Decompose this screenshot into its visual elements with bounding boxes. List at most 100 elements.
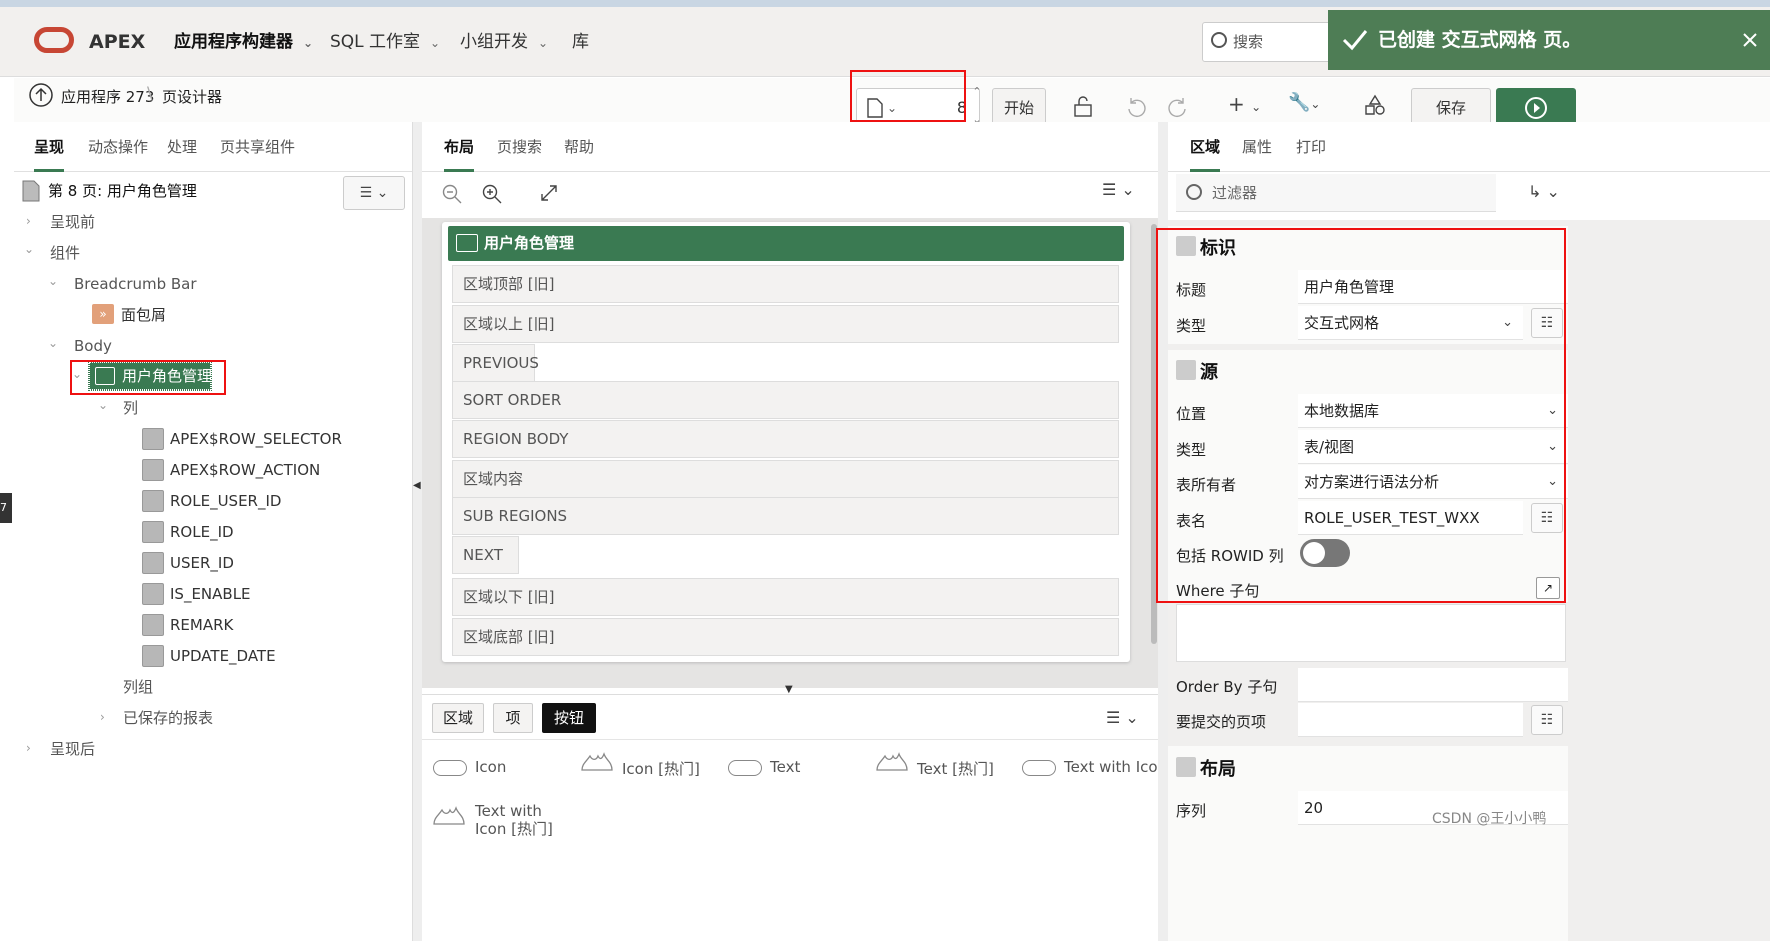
tab-dynamic-actions[interactable]: 动态操作 [88, 122, 148, 172]
search-input[interactable]: 搜索 [1202, 22, 1342, 62]
nav-sql-workshop[interactable]: SQL 工作室 ⌄ [330, 7, 440, 77]
position-sub-regions[interactable]: SUB REGIONS [452, 497, 1119, 535]
position-sort-order[interactable]: SORT ORDER [452, 381, 1119, 419]
tab-attributes[interactable]: 属性 [1242, 122, 1272, 172]
collapse-toggle-icon[interactable] [1176, 360, 1196, 380]
gallery-tab-items[interactable]: 项 [493, 703, 533, 733]
position-region-footer[interactable]: 区域底部 [旧] [452, 618, 1119, 656]
right-splitter[interactable] [1158, 122, 1168, 941]
center-left-arrow-icon[interactable]: ◀ [413, 480, 421, 491]
tab-shared-components[interactable]: 页共享组件 [220, 122, 295, 172]
where-clause-textarea[interactable] [1176, 604, 1566, 662]
collapse-toggle-icon[interactable] [1176, 757, 1196, 777]
column-item[interactable]: IS_ENABLE [170, 581, 251, 607]
tab-page-search[interactable]: 页搜索 [497, 122, 542, 172]
column-item[interactable]: ROLE_USER_ID [170, 488, 281, 514]
prop-source-type-select[interactable]: 表/视图 ⌄ [1298, 430, 1568, 464]
zoom-out-icon[interactable] [442, 184, 462, 204]
apex-logo-icon[interactable] [34, 27, 74, 53]
collapse-toggle-icon[interactable] [1176, 236, 1196, 256]
chevron-right-icon[interactable]: › [100, 710, 105, 724]
tree-body[interactable]: Body [74, 333, 112, 359]
tab-region[interactable]: 区域 [1190, 122, 1221, 172]
wrench-menu-icon[interactable]: 🔧⌄ [1288, 92, 1320, 113]
chevron-down-icon[interactable]: ⌄ [24, 242, 34, 256]
tree-menu-button[interactable]: ☰ ⌄ [343, 176, 405, 210]
code-editor-icon[interactable]: ↗ [1536, 577, 1560, 599]
position-region-body[interactable]: REGION BODY [452, 420, 1119, 458]
gallery-item-text[interactable]: Text [770, 758, 800, 776]
nav-team-development[interactable]: 小组开发 ⌄ [460, 7, 548, 77]
up-arrow-icon[interactable] [28, 82, 54, 108]
redo-icon[interactable] [1166, 96, 1188, 118]
position-after-region[interactable]: 区域以下 [旧] [452, 578, 1119, 616]
nav-app-builder[interactable]: 应用程序构建器 ⌄ [174, 7, 313, 77]
canvas-scrollbar[interactable] [1151, 224, 1157, 644]
column-item[interactable]: APEX$ROW_SELECTOR [170, 426, 342, 452]
nav-gallery[interactable]: 库 [572, 7, 589, 77]
gallery-tab-buttons[interactable]: 按钮 [542, 703, 596, 733]
tree-column-groups[interactable]: 列组 [123, 674, 153, 700]
tree-breadcrumb-item[interactable]: 面包屑 [121, 302, 166, 328]
position-before-region[interactable]: 区域以上 [旧] [452, 305, 1119, 343]
undo-icon[interactable] [1126, 96, 1148, 118]
position-next[interactable]: NEXT [452, 536, 519, 574]
tree-before-rendering[interactable]: 呈现前 [50, 209, 95, 235]
prop-title-input[interactable]: 用户角色管理 [1298, 270, 1568, 304]
position-region-header[interactable]: 区域顶部 [旧] [452, 265, 1119, 303]
prop-location-select[interactable]: 本地数据库 ⌄ [1298, 394, 1568, 428]
chevron-down-icon[interactable]: ⌄ [48, 274, 58, 288]
column-item[interactable]: ROLE_ID [170, 519, 234, 545]
list-options-icon[interactable]: ☷ [1531, 308, 1563, 338]
tab-help[interactable]: 帮助 [564, 122, 594, 172]
prop-order-by-input[interactable] [1298, 668, 1568, 702]
close-icon[interactable] [1742, 32, 1758, 48]
list-options-icon[interactable]: ☷ [1531, 705, 1563, 735]
left-splitter[interactable] [412, 122, 422, 941]
prop-type-select[interactable]: 交互式网格 ⌄ [1298, 306, 1523, 340]
layout-menu-button[interactable]: ☰ ⌄ [1102, 180, 1135, 199]
tree-saved-reports[interactable]: 已保存的报表 [123, 705, 213, 731]
prop-page-items-submit-input[interactable] [1298, 703, 1523, 737]
tree-after-rendering[interactable]: 呈现后 [50, 736, 95, 762]
gallery-tab-regions[interactable]: 区域 [432, 703, 484, 733]
gallery-item-text-with-icon[interactable]: Text with Icon [1064, 758, 1167, 776]
tree-breadcrumb-bar[interactable]: Breadcrumb Bar [74, 271, 197, 297]
page-title[interactable]: 第 8 页: 用户角色管理 [48, 178, 197, 204]
zoom-in-icon[interactable] [482, 184, 502, 204]
chevron-right-icon[interactable]: › [26, 741, 31, 755]
chevron-down-icon[interactable]: ⌄ [72, 367, 82, 381]
column-item[interactable]: APEX$ROW_ACTION [170, 457, 320, 483]
chevron-right-icon[interactable]: › [26, 214, 31, 228]
chevron-down-icon[interactable]: ⌄ [98, 398, 108, 412]
gallery-item-text-hot[interactable]: Text [热门] [917, 758, 994, 779]
tree-region-selected[interactable]: 用户角色管理 [88, 361, 212, 391]
include-rowid-toggle[interactable] [1300, 539, 1350, 567]
shared-components-icon[interactable] [1364, 94, 1386, 116]
prop-table-name-input[interactable]: ROLE_USER_TEST_WXX [1298, 501, 1523, 535]
breadcrumb-app[interactable]: 应用程序 273 [61, 86, 154, 107]
column-item[interactable]: USER_ID [170, 550, 234, 576]
gallery-menu-button[interactable]: ☰ ⌄ [1106, 708, 1139, 727]
tree-components[interactable]: 组件 [50, 240, 80, 266]
apex-logo-text[interactable]: APEX [89, 7, 145, 77]
lock-icon[interactable] [1072, 96, 1094, 118]
region-title-bar[interactable]: 用户角色管理 [448, 226, 1124, 261]
position-region-content[interactable]: 区域内容 [452, 460, 1119, 498]
filter-input[interactable]: 过滤器 [1176, 174, 1496, 212]
column-item[interactable]: UPDATE_DATE [170, 643, 276, 669]
prop-table-owner-select[interactable]: 对方案进行语法分析 ⌄ [1298, 465, 1568, 499]
position-previous[interactable]: PREVIOUS [452, 344, 539, 382]
tab-rendering[interactable]: 呈现 [34, 122, 65, 172]
gallery-item-icon-hot[interactable]: Icon [热门] [622, 758, 700, 779]
tree-columns[interactable]: 列 [123, 395, 138, 421]
tab-processing[interactable]: 处理 [167, 122, 197, 172]
tab-printing[interactable]: 打印 [1296, 122, 1326, 172]
add-menu-icon[interactable]: + ⌄ [1228, 92, 1261, 116]
expand-icon[interactable] [540, 184, 558, 202]
go-to-group-icon[interactable]: ↳ ⌄ [1528, 182, 1560, 201]
column-item[interactable]: REMARK [170, 612, 233, 638]
tab-layout[interactable]: 布局 [444, 122, 475, 172]
gallery-item-icon[interactable]: Icon [475, 758, 506, 776]
gallery-item-text-with-icon-hot[interactable]: Text with Icon [热门] [475, 802, 575, 838]
